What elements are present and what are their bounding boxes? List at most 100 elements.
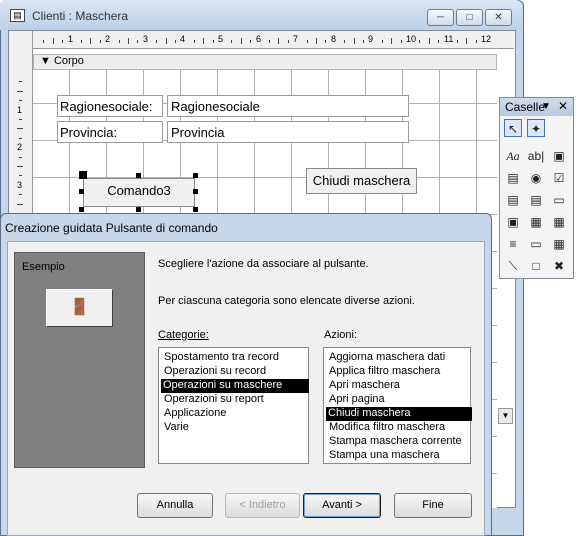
ruler-tick xyxy=(119,40,120,43)
ruler-number: 7 xyxy=(293,34,299,44)
ruler-tick xyxy=(354,38,355,44)
tab-control-icon[interactable]: ▭ xyxy=(527,235,545,253)
toggle-button-icon[interactable]: ▤ xyxy=(504,169,522,187)
list-item[interactable]: Aggiorna maschera dati xyxy=(327,351,447,365)
ruler-number: 3 xyxy=(17,180,23,190)
section-header-corpo[interactable] xyxy=(33,54,497,70)
option-group-icon[interactable]: ▣ xyxy=(550,147,568,165)
ruler-tick xyxy=(382,40,383,43)
combobox-tool-icon[interactable]: ▤ xyxy=(504,191,522,209)
scroll-down-icon[interactable]: ▼ xyxy=(498,408,513,424)
textbox-provincia[interactable]: Provincia xyxy=(167,121,409,143)
resize-handle[interactable] xyxy=(79,189,84,194)
ruler-tick xyxy=(156,40,157,43)
minimize-icon[interactable]: ─ xyxy=(427,9,454,26)
textbox-tool-icon[interactable]: ab| xyxy=(527,147,545,165)
ruler-number: 12 xyxy=(481,34,492,44)
resize-handle[interactable] xyxy=(193,207,198,212)
form-icon[interactable]: ▤ xyxy=(10,9,25,22)
instruction-text: Scegliere l'azione da associare al pulsa… xyxy=(158,258,369,270)
listbox-tool-icon[interactable]: ▤ xyxy=(527,191,545,209)
ruler-tick xyxy=(250,40,251,43)
list-item[interactable]: Apri maschera xyxy=(327,379,402,393)
list-item[interactable]: Varie xyxy=(162,421,191,435)
bound-object-icon[interactable]: ▦ xyxy=(550,213,568,231)
textbox-ragionesociale[interactable]: Ragionesociale xyxy=(167,95,409,117)
instruction-text-2: Per ciascuna categoria sono elencate div… xyxy=(158,295,415,307)
ruler-tick xyxy=(137,40,138,43)
resize-handle[interactable] xyxy=(136,207,141,212)
rectangle-tool-icon[interactable]: □ xyxy=(527,257,545,275)
ruler-number: 1 xyxy=(68,34,74,44)
command-button-icon[interactable]: ▭ xyxy=(550,191,568,209)
unbound-object-icon[interactable]: ▦ xyxy=(527,213,545,231)
ruler-tick xyxy=(231,40,232,43)
list-item[interactable]: Applica filtro maschera xyxy=(327,365,442,379)
ruler-corner[interactable] xyxy=(9,31,33,49)
resize-handle[interactable] xyxy=(79,207,84,212)
categories-listbox[interactable]: Spostamento tra record Operazioni su rec… xyxy=(158,347,309,464)
ruler-tick xyxy=(19,138,22,139)
ruler-tick xyxy=(241,38,242,44)
window-title: Clienti : Maschera xyxy=(32,9,129,23)
close-icon[interactable]: ✕ xyxy=(485,9,512,26)
ruler-tick xyxy=(17,91,23,92)
ruler-tick xyxy=(17,128,23,129)
list-item[interactable]: Applicazione xyxy=(162,407,228,421)
wizard-wand-icon[interactable]: ✦ xyxy=(527,119,545,137)
back-button[interactable]: < Indietro xyxy=(225,493,300,518)
list-item[interactable]: Modifica filtro maschera xyxy=(327,421,447,435)
maximize-icon[interactable]: □ xyxy=(456,9,483,26)
label-ragionesociale[interactable]: Ragionesociale: xyxy=(57,95,163,117)
ruler-tick xyxy=(429,38,430,44)
list-item-selected[interactable]: Operazioni su maschere xyxy=(161,379,309,393)
ruler-number: 3 xyxy=(143,34,149,44)
close-icon[interactable]: ✕ xyxy=(558,99,568,113)
sample-panel xyxy=(14,252,145,468)
move-handle[interactable] xyxy=(79,171,87,179)
subform-icon[interactable]: ▦ xyxy=(550,235,568,253)
ruler-tick xyxy=(438,40,439,43)
resize-handle[interactable] xyxy=(193,173,198,178)
ruler-tick xyxy=(194,40,195,43)
option-button-icon[interactable]: ◉ xyxy=(527,169,545,187)
ruler-tick xyxy=(325,40,326,43)
select-arrow-icon[interactable]: ↖ xyxy=(504,119,522,137)
resize-handle[interactable] xyxy=(193,189,198,194)
more-controls-icon[interactable]: ✖ xyxy=(550,257,568,275)
section-label: ▼ Corpo xyxy=(40,55,84,67)
ruler-tick xyxy=(288,40,289,43)
image-tool-icon[interactable]: ▣ xyxy=(504,213,522,231)
ruler-number: 1 xyxy=(17,105,23,115)
ruler-tick xyxy=(203,38,204,44)
list-item[interactable]: Stampa maschera corrente xyxy=(327,435,464,449)
list-item[interactable]: Spostamento tra record xyxy=(162,351,281,365)
page-break-icon[interactable]: ≡ xyxy=(504,235,522,253)
finish-button[interactable]: Fine xyxy=(394,493,472,518)
ruler-tick xyxy=(128,38,129,44)
ruler-tick xyxy=(100,40,101,43)
label-tool-icon[interactable]: Aa xyxy=(504,147,522,165)
ruler-tick xyxy=(269,40,270,43)
list-item[interactable]: Operazioni su record xyxy=(162,365,268,379)
command-button-comando3[interactable]: Comando3 xyxy=(83,178,195,207)
list-item-selected[interactable]: Chiudi maschera xyxy=(326,407,472,421)
ruler-number: 2 xyxy=(105,34,111,44)
list-item[interactable]: Operazioni su report xyxy=(162,393,266,407)
list-item[interactable]: Stampa una maschera xyxy=(327,449,442,463)
command-button-chiudi-maschera[interactable]: Chiudi maschera xyxy=(306,168,417,194)
cancel-button[interactable]: Annulla xyxy=(137,493,213,518)
ruler-tick xyxy=(19,175,22,176)
label-provincia[interactable]: Provincia: xyxy=(57,121,163,143)
actions-listbox[interactable]: Aggiorna maschera dati Applica filtro ma… xyxy=(323,347,472,464)
wizard-title: Creazione guidata Pulsante di comando xyxy=(5,221,218,235)
ruler-tick xyxy=(19,119,22,120)
checkbox-tool-icon[interactable]: ☑ xyxy=(550,169,568,187)
ruler-tick xyxy=(43,40,44,43)
next-button[interactable]: Avanti > xyxy=(303,493,381,518)
resize-handle[interactable] xyxy=(136,173,141,178)
line-tool-icon[interactable]: ⟍ xyxy=(504,257,522,275)
chevron-down-icon[interactable]: ▼ xyxy=(541,101,551,112)
list-item[interactable]: Apri pagina xyxy=(327,393,387,407)
ruler-tick xyxy=(419,40,420,43)
